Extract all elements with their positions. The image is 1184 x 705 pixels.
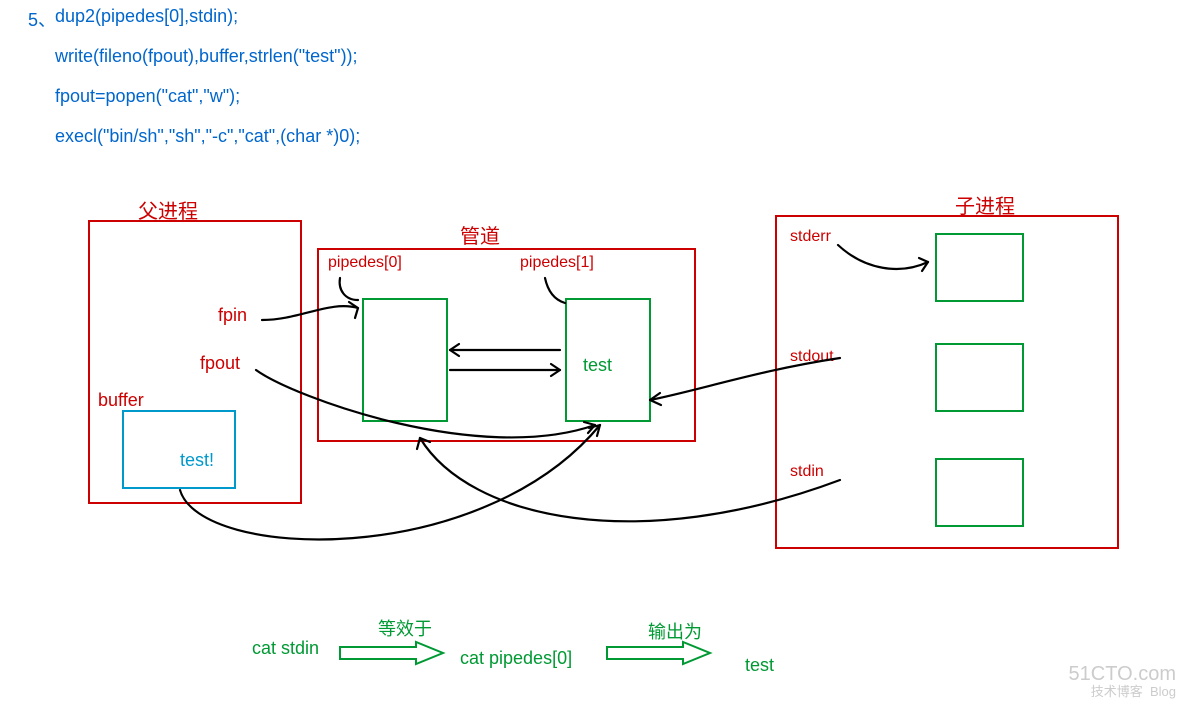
flow-arrow-1 <box>338 640 448 670</box>
watermark-sub: 技术博客 <box>1091 684 1143 699</box>
flow-equiv: 等效于 <box>378 615 432 641</box>
flow-cat-stdin: cat stdin <box>252 638 319 659</box>
watermark-tag: Blog <box>1150 684 1176 699</box>
flow-cat-pipe: cat pipedes[0] <box>460 648 572 669</box>
arrows-overlay <box>0 0 1184 705</box>
watermark-site: 51CTO.com <box>1069 663 1176 685</box>
watermark: 51CTO.com 技术博客 Blog <box>1069 663 1176 699</box>
flow-result: test <box>745 655 774 676</box>
flow-arrow-2 <box>605 640 715 670</box>
